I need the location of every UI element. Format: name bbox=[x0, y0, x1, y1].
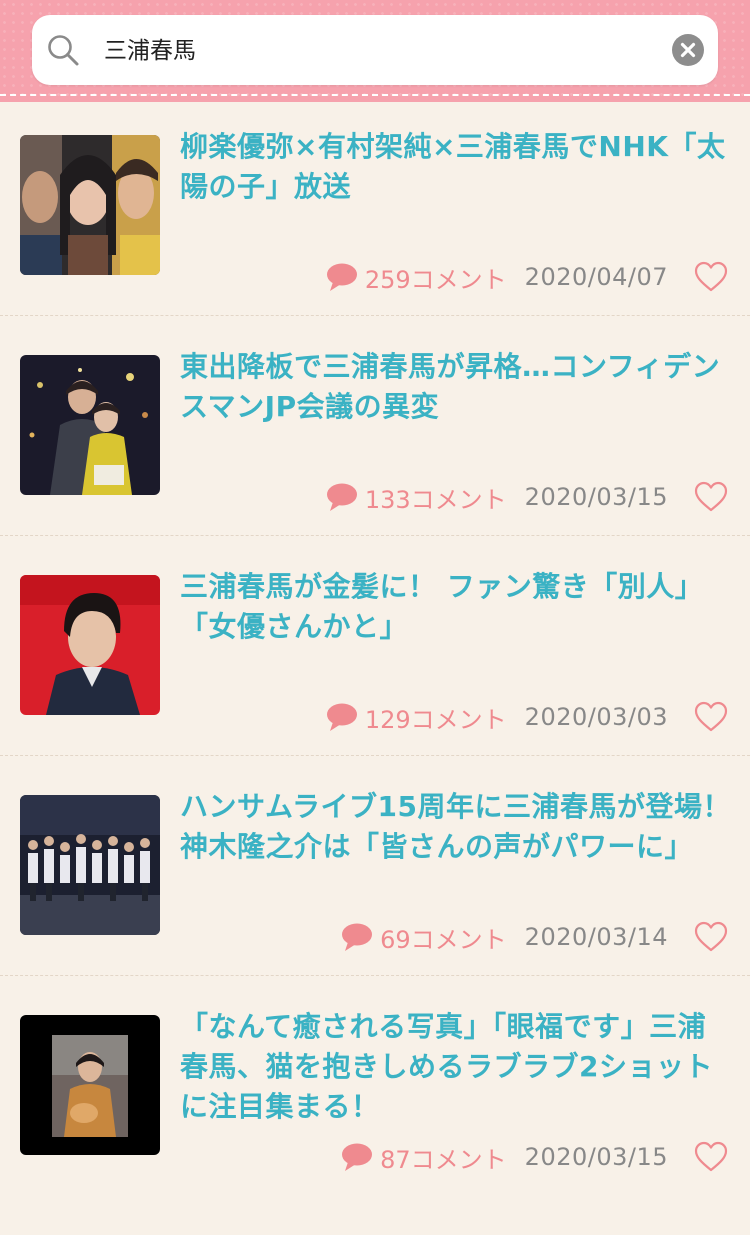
article-date: 2020/03/14 bbox=[524, 923, 668, 951]
article-title[interactable]: ハンサムライブ15周年に三浦春馬が登場！ 神木隆之介は「皆さんの声がパワーに」 bbox=[180, 787, 732, 867]
article-thumbnail[interactable] bbox=[20, 575, 160, 715]
article-date: 2020/03/03 bbox=[524, 703, 668, 731]
article-divider bbox=[0, 975, 750, 976]
article-meta: 129コメント 2020/03/03 bbox=[326, 697, 728, 737]
heart-icon[interactable] bbox=[694, 701, 728, 733]
article-divider bbox=[0, 315, 750, 316]
article-date: 2020/03/15 bbox=[524, 1143, 668, 1171]
search-bar[interactable] bbox=[32, 15, 718, 87]
article-thumbnail[interactable] bbox=[20, 355, 160, 495]
heart-icon[interactable] bbox=[694, 261, 728, 293]
clear-search-button[interactable] bbox=[672, 34, 704, 66]
comment-icon bbox=[326, 703, 357, 731]
comment-icon bbox=[326, 263, 357, 291]
close-icon bbox=[680, 42, 696, 58]
comment-count[interactable]: 69コメント bbox=[380, 920, 507, 955]
article-item[interactable]: 「なんて癒される写真」「眼福です」三浦春馬、猫を抱きしめるラブラブ2ショットに注… bbox=[0, 1010, 750, 1235]
article-item[interactable]: ハンサムライブ15周年に三浦春馬が登場！ 神木隆之介は「皆さんの声がパワーに」 … bbox=[0, 790, 750, 1015]
article-item[interactable]: 東出降板で三浦春馬が昇格…コンフィデンスマンJP会議の異変 133コメント 20… bbox=[0, 350, 750, 575]
heart-icon[interactable] bbox=[694, 1141, 728, 1173]
article-thumbnail[interactable] bbox=[20, 1015, 160, 1155]
heart-icon[interactable] bbox=[694, 481, 728, 513]
search-header bbox=[0, 0, 750, 102]
article-title[interactable]: 三浦春馬が金髪に！ ファン驚き「別人」「女優さんかと」 bbox=[180, 567, 732, 647]
comment-count[interactable]: 133コメント bbox=[365, 480, 507, 515]
comment-icon bbox=[342, 1143, 373, 1171]
article-date: 2020/03/15 bbox=[524, 483, 668, 511]
header-divider bbox=[0, 94, 750, 96]
comment-count[interactable]: 259コメント bbox=[365, 260, 507, 295]
article-title[interactable]: 東出降板で三浦春馬が昇格…コンフィデンスマンJP会議の異変 bbox=[180, 347, 732, 427]
article-meta: 69コメント 2020/03/14 bbox=[341, 917, 728, 957]
article-thumbnail[interactable] bbox=[20, 135, 160, 275]
heart-icon[interactable] bbox=[694, 921, 728, 953]
comment-icon bbox=[342, 923, 373, 951]
comment-icon bbox=[326, 483, 357, 511]
comment-count[interactable]: 129コメント bbox=[365, 700, 507, 735]
article-title[interactable]: 「なんて癒される写真」「眼福です」三浦春馬、猫を抱きしめるラブラブ2ショットに注… bbox=[180, 1007, 732, 1127]
article-title[interactable]: 柳楽優弥×有村架純×三浦春馬でNHK「太陽の子」放送 bbox=[180, 127, 732, 207]
article-date: 2020/04/07 bbox=[524, 263, 668, 291]
article-thumbnail[interactable] bbox=[20, 795, 160, 935]
article-meta: 87コメント 2020/03/15 bbox=[341, 1137, 728, 1177]
article-divider bbox=[0, 755, 750, 756]
article-meta: 133コメント 2020/03/15 bbox=[326, 477, 728, 517]
article-meta: 259コメント 2020/04/07 bbox=[326, 257, 728, 297]
search-icon bbox=[48, 35, 79, 66]
article-item[interactable]: 柳楽優弥×有村架純×三浦春馬でNHK「太陽の子」放送 259コメント 2020/… bbox=[0, 130, 750, 355]
article-divider bbox=[0, 535, 750, 536]
comment-count[interactable]: 87コメント bbox=[380, 1140, 507, 1175]
article-item[interactable]: 三浦春馬が金髪に！ ファン驚き「別人」「女優さんかと」 129コメント 2020… bbox=[0, 570, 750, 795]
search-input[interactable] bbox=[102, 15, 666, 87]
